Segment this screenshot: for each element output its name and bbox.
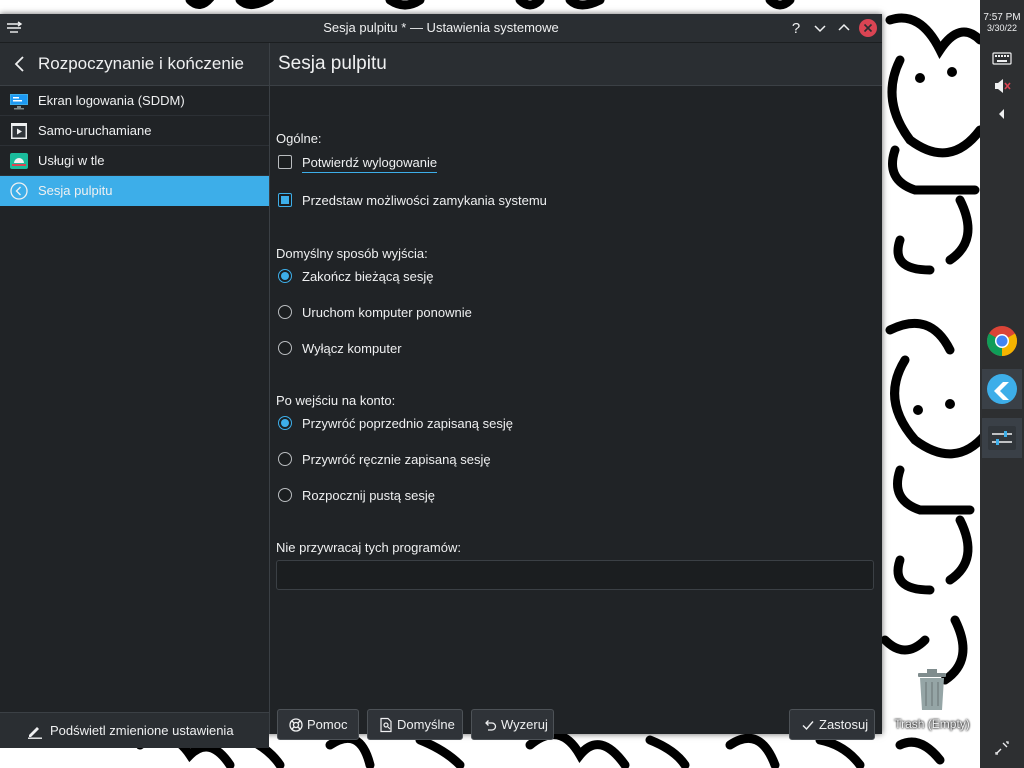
checkmark-icon <box>800 717 816 733</box>
sidebar-header: Rozpoczynanie i kończenie <box>0 43 269 86</box>
system-settings-task[interactable] <box>982 418 1022 458</box>
restore-previous-label: Przywróć poprzednio zapisaną sesję <box>302 416 513 431</box>
desktop-trash[interactable]: Trash (Empty) <box>890 665 974 735</box>
window-titlebar[interactable]: Sesja pulpitu * — Ustawienia systemowe ? <box>0 14 882 43</box>
confirm-logout-label: Potwierdź wylogowanie <box>302 153 438 173</box>
volume-muted-icon[interactable] <box>990 74 1014 98</box>
trash-label: Trash (Empty) <box>894 717 970 731</box>
main-panel: Sesja pulpitu Ogólne: Potwierdź wylogowa… <box>270 43 882 740</box>
restore-manual-radio[interactable] <box>278 452 292 466</box>
default-exit-section-label: Domyślny sposób wyjścia: <box>276 246 428 261</box>
defaults-button-label: Domyślne <box>397 717 455 732</box>
app-icon <box>987 374 1017 404</box>
sidebar-item-desktop-session[interactable]: Sesja pulpitu <box>0 176 269 206</box>
autostart-icon <box>9 121 29 141</box>
sidebar-item-background-services[interactable]: Usługi w tle <box>0 146 269 176</box>
flutter-task[interactable] <box>982 369 1022 409</box>
sidebar-item-label: Sesja pulpitu <box>38 183 113 198</box>
settings-window: Sesja pulpitu * — Ustawienia systemowe ?… <box>0 14 882 748</box>
footer-buttons: Pomoc Domyślne Wyzeruj Zastosuj <box>270 698 882 740</box>
back-arrow-icon[interactable] <box>10 54 30 74</box>
login-section-label: Po wejściu na konto: <box>276 393 396 408</box>
end-session-radio[interactable] <box>278 269 292 283</box>
empty-session-label: Rozpocznij pustą sesję <box>302 488 435 503</box>
desktop-session-icon <box>9 181 29 201</box>
reset-button[interactable]: Wyzeruj <box>471 709 554 740</box>
reset-button-label: Wyzeruj <box>501 717 548 732</box>
settings-sliders-icon <box>988 426 1016 450</box>
page-title: Sesja pulpitu <box>278 53 387 74</box>
empty-session-radio[interactable] <box>278 488 292 502</box>
exclude-programs-input[interactable] <box>276 560 874 590</box>
shutdown-label: Wyłącz komputer <box>302 341 402 356</box>
background-services-icon <box>9 151 29 171</box>
offer-shutdown-checkbox[interactable] <box>278 193 292 207</box>
confirm-logout-checkbox[interactable] <box>278 155 292 169</box>
end-session-label: Zakończ bieżącą sesję <box>302 269 434 284</box>
help-button[interactable]: Pomoc <box>277 709 359 740</box>
offer-shutdown-label: Przedstaw możliwości zamykania systemu <box>302 193 547 208</box>
highlight-changed-settings-label: Podświetl zmienione ustawienia <box>50 723 234 738</box>
system-panel: 7:57 PM 3/30/22 <box>980 0 1024 768</box>
restart-label: Uruchom komputer ponownie <box>302 305 472 320</box>
shutdown-radio[interactable] <box>278 341 292 355</box>
document-defaults-icon <box>378 717 394 733</box>
sidebar-item-autostart[interactable]: Samo-uruchamiane <box>0 116 269 146</box>
sidebar-item-label: Samo-uruchamiane <box>38 123 152 138</box>
svg-text:?: ? <box>792 20 800 37</box>
general-section-label: Ogólne: <box>276 131 322 146</box>
sidebar-item-label: Usługi w tle <box>38 153 105 168</box>
clock-date[interactable]: 3/30/22 <box>980 23 1024 33</box>
chrome-task[interactable] <box>982 321 1022 361</box>
main-header: Sesja pulpitu <box>270 43 882 86</box>
restore-previous-radio[interactable] <box>278 416 292 430</box>
apply-button-label: Zastosuj <box>819 717 869 732</box>
highlight-changed-settings-button[interactable]: Podświetl zmienione ustawienia <box>0 712 269 748</box>
close-button[interactable] <box>858 18 878 38</box>
help-button-label: Pomoc <box>307 717 348 732</box>
defaults-button[interactable]: Domyślne <box>367 709 463 740</box>
window-title: Sesja pulpitu * — Ustawienia systemowe <box>323 20 559 35</box>
exclude-programs-label: Nie przywracaj tych programów: <box>276 540 461 555</box>
help-titlebar-button[interactable]: ? <box>786 18 806 38</box>
maximize-button[interactable] <box>834 18 854 38</box>
chrome-icon <box>986 326 1018 356</box>
minimize-button[interactable] <box>810 18 830 38</box>
lifebuoy-icon <box>288 717 304 733</box>
sidebar: Rozpoczynanie i kończenie Ekran logowani… <box>0 43 270 748</box>
panel-options-icon[interactable] <box>990 736 1014 760</box>
undo-icon <box>482 717 498 733</box>
pencil-icon <box>26 722 44 740</box>
sidebar-item-login-screen[interactable]: Ekran logowania (SDDM) <box>0 86 269 116</box>
expand-tray-icon[interactable] <box>990 102 1014 126</box>
keyboard-icon[interactable] <box>990 46 1014 70</box>
sidebar-title: Rozpoczynanie i kończenie <box>38 54 245 73</box>
apply-button[interactable]: Zastosuj <box>789 709 875 740</box>
restart-radio[interactable] <box>278 305 292 319</box>
sidebar-item-label: Ekran logowania (SDDM) <box>38 93 185 108</box>
monitor-login-icon <box>9 91 29 111</box>
clock-time[interactable]: 7:57 PM <box>980 12 1024 23</box>
restore-manual-label: Przywróć ręcznie zapisaną sesję <box>302 452 491 467</box>
trash-icon <box>918 669 946 710</box>
